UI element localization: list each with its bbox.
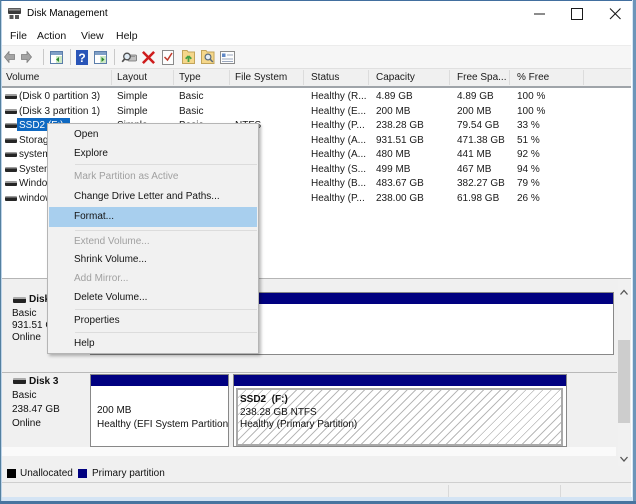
svg-text:?: ?: [78, 51, 85, 65]
